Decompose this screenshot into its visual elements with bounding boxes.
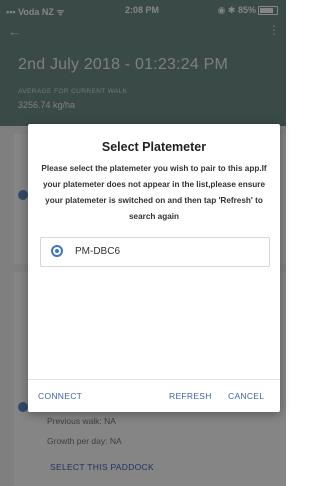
dialog-title: Select Platemeter: [101, 140, 207, 154]
platemeter-name: PM-DBC6: [75, 246, 121, 257]
refresh-button[interactable]: REFRESH: [169, 391, 212, 401]
dialog-divider: [28, 379, 280, 380]
platemeter-option[interactable]: PM-DBC6: [40, 237, 270, 267]
radio-selected-icon[interactable]: [51, 245, 63, 257]
select-platemeter-dialog: Select Platemeter Please select the plat…: [28, 124, 280, 412]
cancel-button[interactable]: CANCEL: [228, 391, 264, 401]
app-screen: ▪▪▪ Voda NZ ᯤ 2:08 PM ◉ ✱ 85% ← ⋮ 2nd Ju…: [0, 0, 286, 486]
dialog-message: Please select the platemeter you wish to…: [41, 164, 267, 221]
connect-button[interactable]: CONNECT: [38, 391, 82, 401]
